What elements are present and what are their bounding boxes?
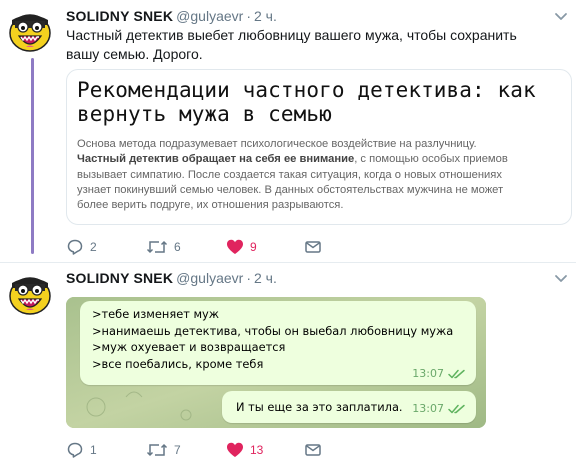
card-title: Рекомендации частного детектива: как вер…	[77, 78, 567, 126]
retweet-icon	[146, 443, 168, 457]
card-title-line: Рекомендации частного детектива: как	[77, 78, 536, 102]
avatar[interactable]	[6, 269, 54, 317]
message-time: 13:07	[412, 402, 444, 415]
card-body-line: вызывает симпатию. После создается такая…	[77, 168, 502, 181]
tweet-timestamp[interactable]: 2 ч.	[254, 270, 277, 286]
tweet-divider	[0, 262, 576, 263]
card-description: Основа метода подразумевает психологичес…	[77, 137, 569, 213]
chat-message-line: >все поебались, кроме тебя	[92, 356, 264, 371]
card-body-line: Основа метода подразумевает психологичес…	[77, 138, 477, 150]
direct-message-button[interactable]	[304, 237, 322, 257]
retweet-count: 6	[174, 240, 181, 254]
tweet-text-line: Частный детектив выебет любовницу вашего…	[66, 27, 517, 43]
chevron-down-icon	[555, 13, 567, 20]
retweet-button[interactable]: 6	[146, 237, 181, 257]
chat-screenshot-image[interactable]: >тебе изменяет муж >нанимаешь детектива,…	[66, 297, 486, 428]
like-count: 13	[250, 443, 264, 457]
author-handle[interactable]: @gulyaevr	[176, 8, 243, 24]
reply-button[interactable]: 2	[66, 237, 97, 257]
reply-icon	[67, 442, 83, 458]
retweet-icon	[146, 240, 168, 254]
like-count: 9	[250, 240, 257, 254]
heart-icon	[227, 442, 243, 457]
heart-icon	[227, 239, 243, 254]
avatar-cartoon-icon	[6, 6, 54, 54]
reply-button[interactable]: 1	[66, 440, 97, 460]
tweet-text-line: вашу семью. Дорого.	[66, 46, 203, 62]
tweet-actions: 2 6 9	[66, 237, 366, 257]
reply-icon	[67, 239, 83, 255]
card-body-rest: , с помощью особых приемов	[354, 153, 508, 166]
author-name[interactable]: SOLIDNY SNEK	[66, 270, 173, 286]
tweet-timestamp[interactable]: 2 ч.	[254, 8, 277, 24]
reply-count: 2	[90, 240, 97, 254]
like-button[interactable]: 13	[226, 440, 263, 460]
retweet-count: 7	[174, 443, 181, 457]
direct-message-icon	[305, 241, 321, 253]
chat-message: >тебе изменяет муж >нанимаешь детектива,…	[80, 301, 476, 385]
card-body-line: более верить подруге, их отношения разры…	[77, 199, 344, 212]
thread-line	[31, 58, 34, 254]
chevron-down-icon	[555, 275, 567, 282]
chat-message-line: >нанимаешь детектива, чтобы он выебал лю…	[92, 323, 454, 338]
reply-count: 1	[90, 443, 97, 457]
avatar[interactable]	[6, 6, 54, 54]
direct-message-button[interactable]	[304, 440, 322, 460]
avatar-cartoon-icon	[6, 269, 54, 317]
tweet-header: SOLIDNY SNEK @gulyaevr · 2 ч.	[66, 270, 277, 286]
tweet-text: Частный детектив выебет любовницу вашего…	[66, 26, 536, 64]
tweet-header: SOLIDNY SNEK @gulyaevr · 2 ч.	[66, 8, 277, 24]
double-check-icon	[448, 369, 465, 378]
chat-message: И ты еще за это заплатила. 13:07	[222, 391, 476, 423]
tweet-menu-button[interactable]	[552, 10, 570, 24]
card-title-line: вернуть мужа в семью	[77, 102, 332, 126]
chat-message-line: >тебе изменяет муж	[92, 307, 220, 321]
card-body-bold: Частный детектив обращает на себя ее вни…	[77, 153, 355, 166]
chat-message-line: >муж охуевает и возвращается	[92, 340, 286, 354]
message-time: 13:07	[412, 367, 444, 380]
retweet-button[interactable]: 7	[146, 440, 181, 460]
double-check-icon	[448, 404, 465, 413]
like-button[interactable]: 9	[226, 237, 257, 257]
card-body-line: Частный детектив обращает на себя ее вни…	[77, 152, 569, 167]
author-name[interactable]: SOLIDNY SNEK	[66, 8, 173, 24]
tweet-actions: 1 7 13	[66, 440, 366, 460]
separator: ·	[246, 270, 251, 286]
direct-message-icon	[305, 444, 321, 456]
separator: ·	[246, 8, 251, 24]
message-meta: 13:07	[412, 367, 466, 380]
chat-message-text: И ты еще за это заплатила.	[236, 400, 403, 414]
message-meta: 13:07	[412, 402, 466, 415]
card-body-line: узнает покинувший семью человек. В данны…	[77, 183, 504, 196]
author-handle[interactable]: @gulyaevr	[176, 270, 243, 286]
link-card[interactable]: Рекомендации частного детектива: как вер…	[66, 69, 572, 225]
tweet-menu-button[interactable]	[552, 272, 570, 286]
